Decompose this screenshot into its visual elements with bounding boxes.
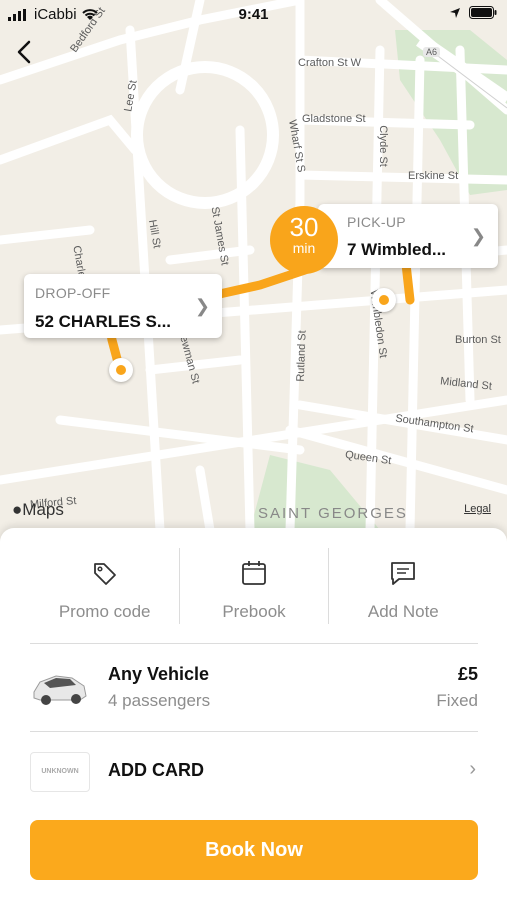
dropoff-marker [109,358,133,382]
street-label: Gladstone St [302,113,366,125]
card-brand-logo: UNKNOWN [30,752,90,792]
street-label: Rutland St [294,330,309,382]
pickup-marker [372,288,396,312]
eta-badge: 30 min [270,206,338,274]
eta-unit: min [292,240,316,256]
prebook-button[interactable]: Prebook [179,546,328,626]
pickup-label: PICK-UP [347,214,406,230]
legal-link[interactable]: Legal [464,503,491,515]
pickup-bubble[interactable]: PICK-UP 7 Wimbled... ❯ [318,204,498,268]
eta-value: 30 [289,212,319,242]
book-now-button[interactable]: Book Now [30,820,478,880]
tag-icon [93,563,116,585]
location-arrow-icon [450,7,460,18]
chevron-right-icon: › [469,758,476,780]
apple-icon: ● [12,500,23,519]
status-time: 9:41 [238,6,269,23]
map-view[interactable]: Crafton St W Gladstone St Erskine St Bur… [0,0,507,530]
status-bar: iCabbi 9:41 [0,0,507,30]
action-row: Promo code Prebook Add Note [30,546,478,626]
vehicle-option[interactable]: Any Vehicle 4 passengers £5 Fixed [30,656,478,728]
divider [30,731,478,732]
divider [328,548,329,624]
vehicle-name: Any Vehicle [108,664,210,684]
vehicle-price: £5 [457,664,478,684]
pickup-address: 7 Wimbled... [347,240,447,259]
street-label: Erskine St [408,170,459,182]
chevron-right-icon: ❯ [470,226,486,246]
street-label: Burton St [455,334,501,346]
booking-panel: Promo code Prebook Add Note Any Vehicle … [0,528,507,900]
message-icon [391,562,416,585]
promo-code-label: Promo code [58,602,151,621]
dropoff-address: 52 CHARLES S... [35,312,172,331]
road-shield: A6 [423,47,441,57]
add-note-label: Add Note [367,602,439,621]
divider [179,548,180,624]
street-label: Crafton St W [298,57,361,69]
district-label: SAINT GEORGES [258,505,408,522]
maps-logo: ●Maps [12,500,64,520]
calendar-icon [242,561,266,585]
battery-icon [469,6,497,19]
chevron-right-icon: ❯ [194,296,210,316]
price-type: Fixed [436,691,478,710]
maps-label: Maps [22,500,64,519]
dropoff-label: DROP-OFF [35,285,111,301]
street-label: Clyde St [376,125,389,167]
add-card-row[interactable]: UNKNOWN ADD CARD › [30,748,478,796]
car-icon [33,675,87,705]
status-right [449,6,497,19]
dropoff-bubble[interactable]: DROP-OFF 52 CHARLES S... ❯ [24,274,222,338]
add-card-label: ADD CARD [108,760,204,780]
vehicle-passengers: 4 passengers [108,691,211,710]
divider [30,643,478,644]
promo-code-button[interactable]: Promo code [30,546,179,626]
chevron-left-icon [17,40,31,64]
back-button[interactable] [12,38,38,66]
add-note-button[interactable]: Add Note [329,546,478,626]
prebook-label: Prebook [222,602,286,621]
